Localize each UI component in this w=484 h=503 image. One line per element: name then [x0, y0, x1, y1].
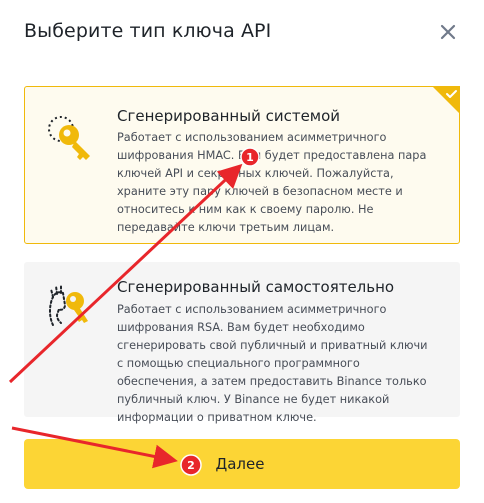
key-hand-icon [43, 281, 97, 337]
selected-check-icon [432, 86, 460, 114]
option-description: Работает с использованием асимметричного… [117, 303, 428, 424]
option-description: Работает с использованием асимметричного… [117, 131, 427, 234]
option-self-generated[interactable]: Сгенерированный самостоятельно Работает … [24, 262, 460, 424]
annotation-overlay: 1 2 [8, 147, 260, 476]
close-icon[interactable] [436, 20, 460, 44]
dialog-title: Выберите тип ключа API [24, 20, 272, 42]
key-icon [43, 109, 97, 165]
api-key-type-dialog: Выберите тип ключа API Сгенерированный с… [0, 0, 484, 503]
next-button-label: Далее [215, 455, 265, 473]
option-system-generated[interactable]: Сгенерированный системой Работает с испо… [24, 86, 460, 244]
next-button[interactable]: Далее [24, 439, 460, 489]
option-title: Сгенерированный самостоятельно [117, 278, 395, 296]
option-title: Сгенерированный системой [117, 107, 341, 125]
